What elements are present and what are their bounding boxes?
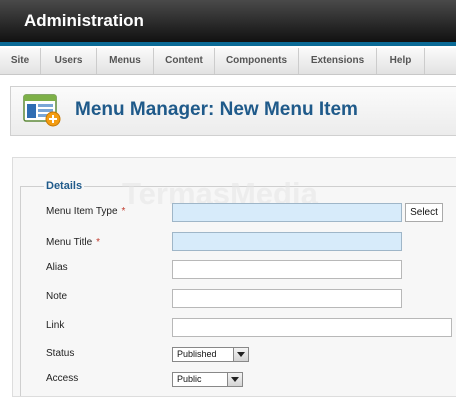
page-title: Menu Manager: New Menu Item [75, 99, 358, 120]
select-button[interactable]: Select [405, 203, 443, 222]
top-menubar: Site Users Menus Content Components Exte… [0, 48, 456, 75]
status-select[interactable]: Published [172, 347, 249, 362]
link-field[interactable] [172, 318, 452, 337]
note-field[interactable] [172, 289, 402, 308]
menu-site[interactable]: Site [0, 48, 41, 74]
menu-title-field[interactable] [172, 232, 402, 251]
alias-label: Alias [46, 262, 68, 273]
menu-content[interactable]: Content [154, 48, 215, 74]
access-label: Access [46, 373, 79, 384]
menu-title-label: Menu Title * [46, 237, 101, 248]
access-select[interactable]: Public [172, 372, 243, 387]
menu-extensions[interactable]: Extensions [299, 48, 377, 74]
menu-item-type-field[interactable] [172, 203, 402, 222]
access-value: Public [177, 374, 202, 384]
menu-users[interactable]: Users [41, 48, 97, 74]
required-marker: * [121, 206, 126, 217]
page-toolbar: Menu Manager: New Menu Item [10, 86, 456, 136]
admin-header: Administration [0, 0, 456, 46]
chevron-down-icon[interactable] [233, 348, 248, 361]
status-value: Published [177, 349, 217, 359]
status-label: Status [46, 348, 75, 359]
menu-help[interactable]: Help [377, 48, 425, 74]
app-title: Administration [24, 11, 144, 30]
chevron-down-icon[interactable] [227, 373, 242, 386]
details-legend: Details [44, 180, 85, 192]
menu-manager-add-icon [23, 94, 61, 127]
menu-menus[interactable]: Menus [97, 48, 154, 74]
note-label: Note [46, 291, 68, 302]
menu-item-type-label: Menu Item Type * [46, 206, 126, 217]
alias-field[interactable] [172, 260, 402, 279]
menu-components[interactable]: Components [215, 48, 299, 74]
link-label: Link [46, 320, 65, 331]
required-marker: * [96, 237, 101, 248]
